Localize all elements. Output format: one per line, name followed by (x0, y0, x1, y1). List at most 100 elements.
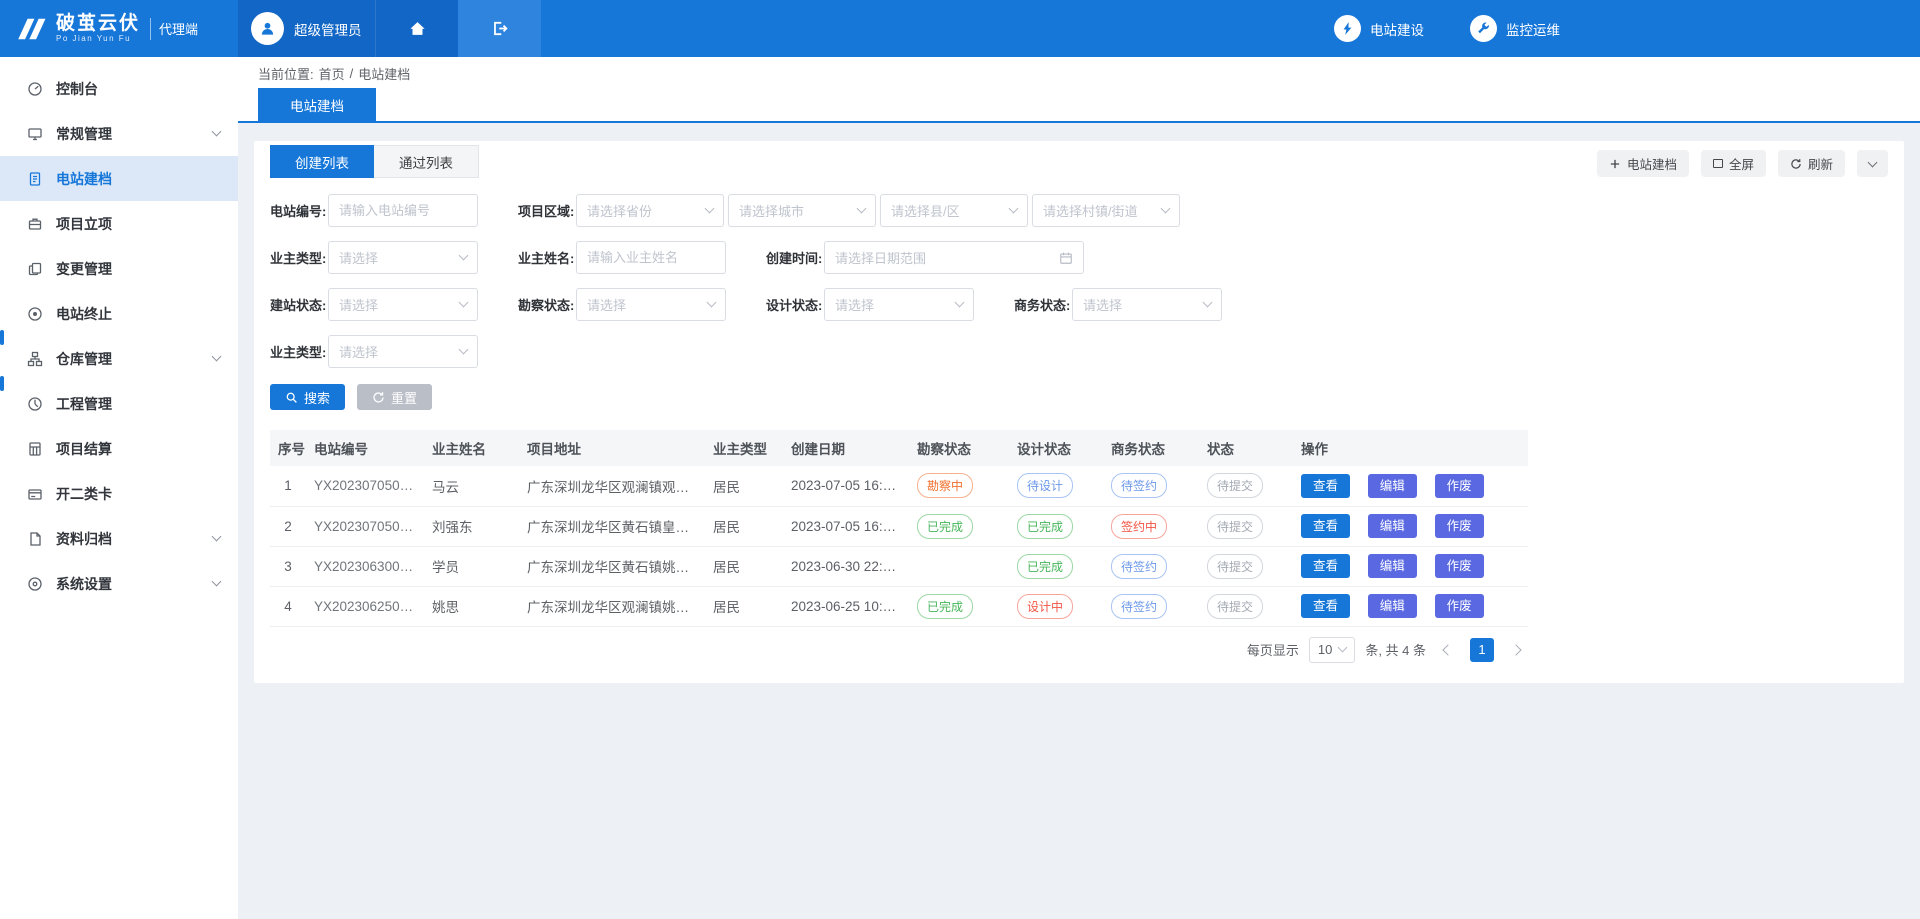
sidebar-item-warehouse-management[interactable]: 仓库管理 (0, 336, 238, 381)
view-button[interactable]: 查看 (1301, 594, 1350, 618)
cell-survey-status: 已完成 (909, 506, 1009, 546)
cell-owner-name: 学员 (424, 546, 519, 586)
cell-actions: 查看 编辑 作废 (1293, 546, 1528, 586)
next-page-button[interactable] (1504, 638, 1528, 662)
nav-monitoring-ops[interactable]: 监控运维 (1470, 15, 1560, 42)
sidebar-item-label: 变更管理 (56, 259, 112, 279)
chevron-down-icon (1009, 204, 1019, 214)
add-station-button[interactable]: 电站建档 (1597, 150, 1689, 177)
reset-button[interactable]: 重置 (357, 384, 432, 410)
edit-button[interactable]: 编辑 (1368, 594, 1417, 618)
per-page-label: 每页显示 (1247, 640, 1299, 659)
status-badge: 已完成 (1017, 554, 1073, 579)
build-status-select[interactable]: 请选择 (328, 288, 478, 321)
cell-owner-name: 刘强东 (424, 506, 519, 546)
table-header-row: 序号 电站编号 业主姓名 项目地址 业主类型 创建日期 勘察状态 设计状态 商务… (270, 430, 1528, 466)
panel-head: 创建列表 通过列表 电站建档 全屏 (270, 145, 1888, 178)
survey-status-select[interactable]: 请选择 (576, 288, 726, 321)
province-select[interactable]: 请选择省份 (576, 194, 724, 227)
cell-index: 1 (270, 466, 306, 506)
breadcrumb-home[interactable]: 首页 (319, 64, 345, 83)
void-button[interactable]: 作废 (1435, 554, 1484, 578)
refresh-button[interactable]: 刷新 (1778, 150, 1845, 177)
edit-button[interactable]: 编辑 (1368, 474, 1417, 498)
sidebar-item-change-management[interactable]: 变更管理 (0, 246, 238, 291)
header-created: 创建日期 (783, 430, 909, 466)
search-button[interactable]: 搜索 (270, 384, 345, 410)
status-badge: 已完成 (1017, 514, 1073, 539)
void-button[interactable]: 作废 (1435, 594, 1484, 618)
owner-type-select-2[interactable]: 请选择 (328, 335, 478, 368)
page-number[interactable]: 1 (1470, 638, 1494, 662)
sidebar-item-label: 系统设置 (56, 574, 112, 594)
nav-station-construction[interactable]: 电站建设 (1334, 15, 1424, 42)
station-no-input[interactable] (328, 194, 478, 227)
chevron-down-icon (1338, 643, 1348, 653)
filter-create-time: 创建时间: 请选择日期范围 (766, 241, 1084, 274)
owner-type-select[interactable]: 请选择 (328, 241, 478, 274)
view-button[interactable]: 查看 (1301, 474, 1350, 498)
filter-survey-status: 勘察状态: 请选择 (518, 288, 726, 321)
search-label: 搜索 (304, 388, 330, 407)
tab-passed-list[interactable]: 通过列表 (374, 145, 479, 178)
panel-toolbar: 电站建档 全屏 (1597, 146, 1888, 177)
sidebar-item-label: 控制台 (56, 79, 98, 99)
tab-create-list[interactable]: 创建列表 (270, 145, 374, 178)
main-area: 当前位置: 首页 / 电站建档 电站建档 创建列表 通过列表 (238, 57, 1920, 919)
sidebar-item-type2-card[interactable]: 开二类卡 (0, 471, 238, 516)
view-button[interactable]: 查看 (1301, 514, 1350, 538)
reset-label: 重置 (391, 388, 417, 407)
city-select[interactable]: 请选择城市 (728, 194, 876, 227)
chevron-down-icon (1203, 298, 1213, 308)
field-label: 创建时间: (766, 248, 824, 267)
sidebar-item-label: 工程管理 (56, 394, 112, 414)
chevron-down-icon (955, 298, 965, 308)
cell-owner-type: 居民 (705, 546, 783, 586)
edit-button[interactable]: 编辑 (1368, 554, 1417, 578)
chevron-down-icon (459, 251, 469, 261)
user-menu[interactable]: 超级管理员 (238, 0, 375, 57)
design-status-select[interactable]: 请选择 (824, 288, 974, 321)
cell-survey-status (909, 546, 1009, 586)
business-status-select[interactable]: 请选择 (1072, 288, 1222, 321)
sidebar-item-engineering-management[interactable]: 工程管理 (0, 381, 238, 426)
date-range-picker[interactable]: 请选择日期范围 (824, 241, 1084, 274)
tab-station-filing[interactable]: 电站建档 (258, 88, 376, 121)
chevron-down-icon (857, 204, 867, 214)
void-button[interactable]: 作废 (1435, 474, 1484, 498)
station-filing-panel: 创建列表 通过列表 电站建档 全屏 (254, 141, 1904, 683)
sidebar-item-label: 仓库管理 (56, 349, 112, 369)
prev-page-button[interactable] (1436, 638, 1460, 662)
fullscreen-button[interactable]: 全屏 (1701, 150, 1766, 177)
select-placeholder: 请选择 (339, 295, 378, 314)
status-badge: 待签约 (1111, 594, 1167, 619)
logout-button[interactable] (458, 0, 541, 57)
owner-name-input[interactable] (576, 241, 726, 274)
sidebar-item-project-settlement[interactable]: 项目结算 (0, 426, 238, 471)
cell-design-status: 设计中 (1009, 586, 1103, 626)
toolbar-collapse-button[interactable] (1857, 150, 1888, 177)
sidebar-item-station-termination[interactable]: 电站终止 (0, 291, 238, 336)
sidebar-item-console[interactable]: 控制台 (0, 66, 238, 111)
sidebar-item-general-management[interactable]: 常规管理 (0, 111, 238, 156)
table-row: 2 YX2023070500010 刘强东 广东深圳龙华区黄石镇皇官大... 居… (270, 506, 1528, 546)
sidebar-item-project-initiation[interactable]: 项目立项 (0, 201, 238, 246)
sidebar-item-data-archive[interactable]: 资料归档 (0, 516, 238, 561)
logo-text: 破茧云伏 Po Jian Yun Fu (56, 14, 140, 44)
home-button[interactable] (375, 0, 458, 57)
county-select[interactable]: 请选择县/区 (880, 194, 1028, 227)
town-select[interactable]: 请选择村镇/街道 (1032, 194, 1180, 227)
cell-design-status: 待设计 (1009, 466, 1103, 506)
void-button[interactable]: 作废 (1435, 514, 1484, 538)
cell-owner-name: 马云 (424, 466, 519, 506)
calculator-icon (27, 441, 43, 457)
view-button[interactable]: 查看 (1301, 554, 1350, 578)
sidebar-item-system-settings[interactable]: 系统设置 (0, 561, 238, 606)
sidebar-item-station-filing[interactable]: 电站建档 (0, 156, 238, 201)
add-station-label: 电站建档 (1627, 154, 1677, 173)
cell-actions: 查看 编辑 作废 (1293, 506, 1528, 546)
per-page-select[interactable]: 10 (1309, 637, 1355, 663)
sitemap-icon (27, 351, 43, 367)
cell-station-no: YX2023070500010 (306, 506, 424, 546)
edit-button[interactable]: 编辑 (1368, 514, 1417, 538)
